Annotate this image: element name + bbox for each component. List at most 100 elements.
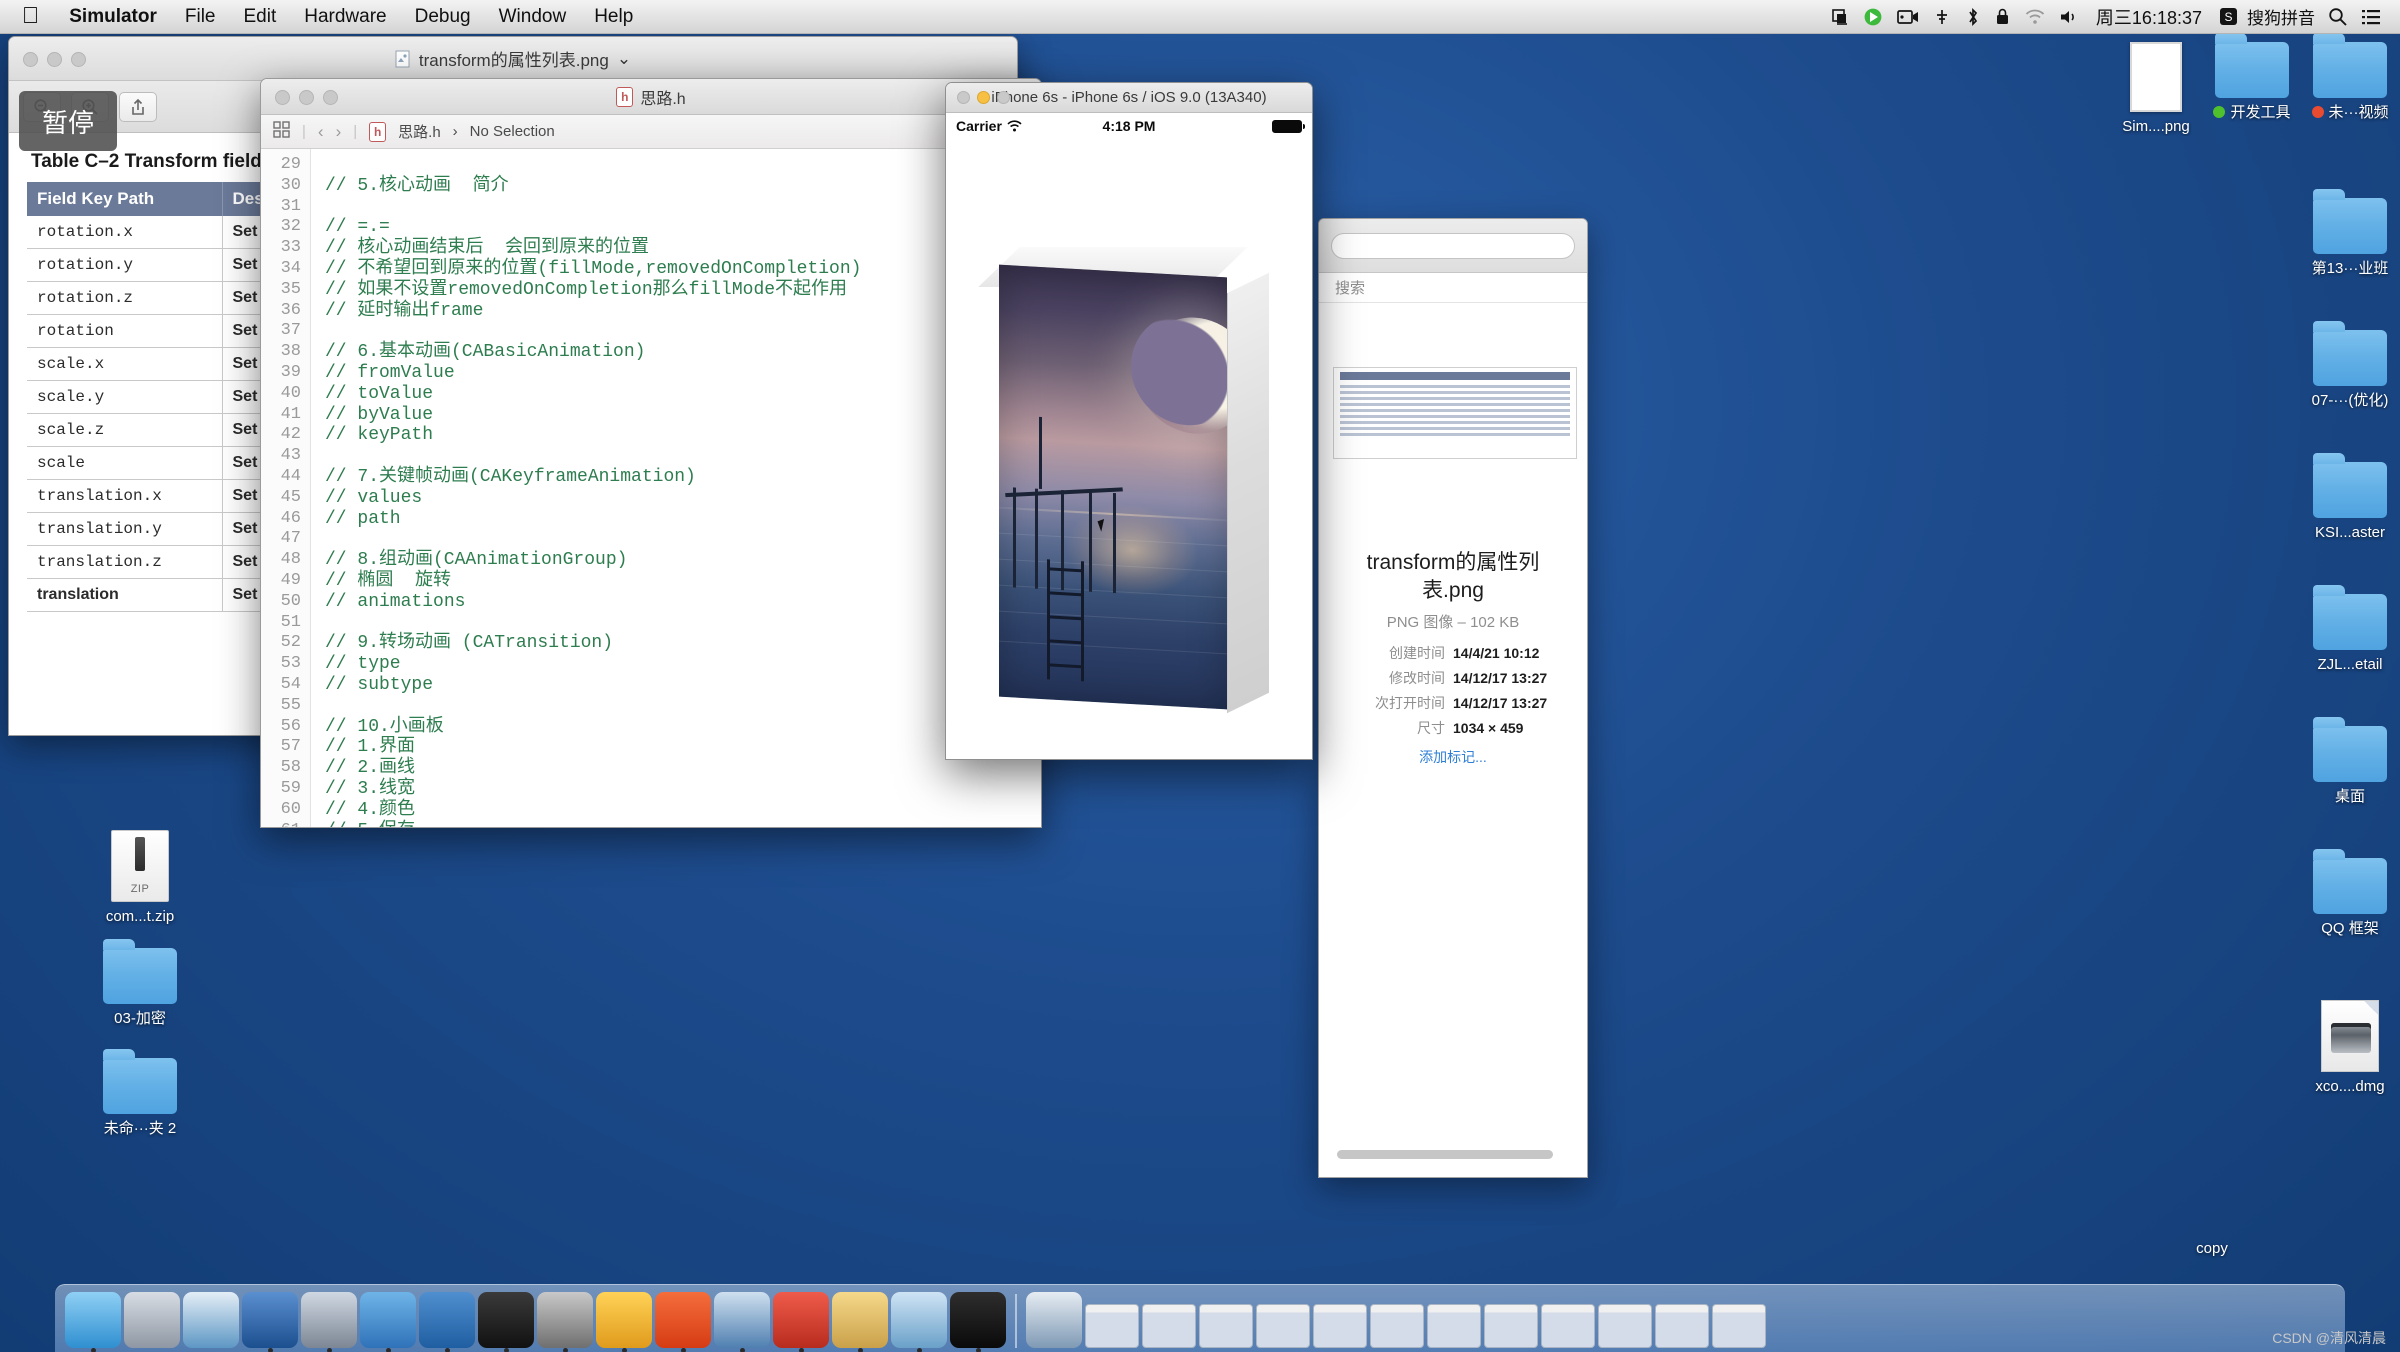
airplay-icon[interactable]	[1824, 4, 1856, 30]
simulator-window-controls[interactable]	[957, 91, 1010, 104]
dock-simulator-icon[interactable]	[242, 1292, 298, 1352]
xcode-jump-bar[interactable]: | ‹ › | h 思路.h › No Selection	[261, 115, 1041, 149]
bluetooth-icon[interactable]	[1958, 4, 1988, 30]
dock-window-thumb-1[interactable]	[1085, 1304, 1139, 1348]
dock-window-thumb-7[interactable]	[1427, 1304, 1481, 1348]
xcode-window-controls[interactable]	[275, 90, 338, 105]
dock-window-thumb-11[interactable]	[1655, 1304, 1709, 1348]
minimize-button[interactable]	[299, 90, 314, 105]
desktop-icon-qq-frame[interactable]: QQ 框架	[2288, 849, 2400, 938]
wifi-icon[interactable]	[2018, 4, 2052, 30]
dock-quicktime-icon[interactable]	[714, 1292, 770, 1352]
dock-preview-icon[interactable]	[891, 1292, 947, 1352]
desktop-icon-class-13[interactable]: 第13···业班	[2288, 189, 2400, 278]
close-button[interactable]	[957, 91, 970, 104]
menu-item-debug[interactable]: Debug	[401, 3, 485, 31]
dock-window-thumb-4[interactable]	[1256, 1304, 1310, 1348]
dock-chrome-icon[interactable]	[1026, 1292, 1082, 1348]
desktop-icon-unnamed-video[interactable]: 未···视频	[2288, 33, 2400, 122]
jumpbar-file-name[interactable]: 思路.h	[398, 121, 441, 142]
dock-window-thumb-8[interactable]	[1484, 1304, 1538, 1348]
finder-horizontal-scrollbar[interactable]	[1337, 1150, 1553, 1159]
airdrop-icon[interactable]	[1926, 4, 1958, 30]
minimize-button[interactable]	[47, 52, 62, 67]
dock-sketch-icon[interactable]	[596, 1292, 652, 1352]
close-button[interactable]	[23, 52, 38, 67]
dock-finder-icon[interactable]	[65, 1292, 121, 1352]
menu-item-simulator[interactable]: Simulator	[55, 3, 171, 31]
dock-window-thumb-9[interactable]	[1541, 1304, 1595, 1348]
desktop-icon-desktop[interactable]: 桌面	[2288, 717, 2400, 806]
desktop-icon-03-jiami[interactable]: 03-加密	[78, 939, 202, 1028]
minimize-button[interactable]	[977, 91, 990, 104]
finder-toolbar[interactable]	[1319, 219, 1587, 273]
desktop-icon-unnamed-2[interactable]: 未命···夹 2	[78, 1049, 202, 1138]
ime-label[interactable]: 搜狗拼音	[2245, 4, 2321, 29]
desktop-icon-opt-07[interactable]: 07-···(优化)	[2288, 321, 2400, 410]
maximize-button[interactable]	[323, 90, 338, 105]
menu-item-help[interactable]: Help	[580, 3, 647, 31]
photo-cube[interactable]	[971, 227, 1291, 747]
chevron-down-icon[interactable]: ⌄	[617, 49, 631, 69]
desktop-icon-xco-dmg[interactable]: xco....dmg	[2288, 1000, 2400, 1096]
apple-menu-icon[interactable]: 	[14, 3, 55, 30]
menu-item-file[interactable]: File	[171, 3, 230, 31]
finder-info-window[interactable]: 搜索 transform的属性列 表.png PNG 图像 – 102 KB 创…	[1318, 218, 1588, 1178]
simulator-window[interactable]: iPhone 6s - iPhone 6s / iOS 9.0 (13A340)…	[945, 82, 1313, 760]
dock-launchpad-icon[interactable]	[124, 1292, 180, 1348]
simulator-titlebar[interactable]: iPhone 6s - iPhone 6s / iOS 9.0 (13A340)	[946, 83, 1312, 113]
menu-bar-status-area[interactable]: 周三16:18:37 S 搜狗拼音	[1824, 4, 2400, 30]
finder-search-input[interactable]	[1331, 232, 1575, 259]
xcode-editor[interactable]: 29 30 31 32 33 34 35 36 37 38 39 40 41 42 43 44 45 46 47 48…	[261, 149, 1041, 827]
desktop-icon-copy-win[interactable]: copy	[2150, 1162, 2274, 1258]
dock-notes-icon[interactable]	[832, 1292, 888, 1352]
dock-paw-icon[interactable]	[655, 1292, 711, 1352]
menu-bar-clock[interactable]: 周三16:18:37	[2086, 4, 2212, 30]
dock-window-thumb-3[interactable]	[1199, 1304, 1253, 1348]
xcode-titlebar[interactable]: h 思路.h	[261, 79, 1041, 115]
ime-badge-icon[interactable]: S	[2212, 4, 2245, 30]
desktop-icon-ksi-aster[interactable]: KSI...aster	[2288, 453, 2400, 542]
menu-item-hardware[interactable]: Hardware	[290, 3, 400, 31]
dock-terminal-icon[interactable]	[478, 1292, 534, 1352]
related-items-icon[interactable]	[273, 121, 290, 142]
jumpbar-selection[interactable]: No Selection	[470, 123, 555, 140]
close-button[interactable]	[275, 90, 290, 105]
xcode-window[interactable]: h 思路.h | ‹ › | h 思路.h › No Selection 29 3…	[260, 78, 1042, 828]
share-icon[interactable]	[119, 91, 157, 122]
menu-item-edit[interactable]: Edit	[230, 3, 291, 31]
desktop-icon-com-t-zip[interactable]: ZIP com...t.zip	[78, 830, 202, 926]
screen-record-icon[interactable]	[1856, 4, 1890, 30]
preview-window-controls[interactable]	[23, 52, 86, 67]
volume-icon[interactable]	[2052, 4, 2086, 30]
simulator-screen[interactable]	[946, 139, 1312, 759]
dock-window-thumb-10[interactable]	[1598, 1304, 1652, 1348]
dock-itunes-icon[interactable]	[301, 1292, 357, 1352]
dock-xcode-beta-icon[interactable]	[419, 1292, 475, 1352]
dock-xcode-icon[interactable]	[360, 1292, 416, 1352]
dock-system-prefs-icon[interactable]	[537, 1292, 593, 1352]
add-tag-link[interactable]: 添加标记...	[1331, 747, 1575, 767]
menu-item-window[interactable]: Window	[485, 3, 581, 31]
chevron-left-icon[interactable]: ‹	[318, 122, 324, 142]
menu-bar[interactable]:  SimulatorFileEditHardwareDebugWindowHe…	[0, 0, 2400, 34]
dock-window-thumb-5[interactable]	[1313, 1304, 1367, 1348]
dock-window-thumb-2[interactable]	[1142, 1304, 1196, 1348]
dock[interactable]	[55, 1284, 2345, 1352]
notification-center-icon[interactable]	[2354, 4, 2388, 30]
menu-bar-left[interactable]:  SimulatorFileEditHardwareDebugWindowHe…	[0, 3, 647, 31]
lock-icon[interactable]	[1988, 4, 2018, 30]
dock-window-thumb-6[interactable]	[1370, 1304, 1424, 1348]
maximize-button[interactable]	[71, 52, 86, 67]
video-camera-icon[interactable]	[1890, 4, 1926, 30]
dock-safari-icon[interactable]	[183, 1292, 239, 1348]
dock-calculator-icon[interactable]	[950, 1292, 1006, 1352]
dock-keynote-icon[interactable]	[773, 1292, 829, 1352]
preview-titlebar[interactable]: transform的属性列表.png ⌄	[9, 37, 1017, 81]
search-icon[interactable]	[2321, 4, 2354, 30]
maximize-button[interactable]	[997, 91, 1010, 104]
desktop-icon-zjl-etail[interactable]: ZJL...etail	[2288, 585, 2400, 674]
code-text-area[interactable]: // 5.核心动画 简介 // =.=// 核心动画结束后 会回到原来的位置//…	[311, 149, 1041, 827]
chevron-right-icon[interactable]: ›	[336, 122, 342, 142]
dock-window-thumb-12[interactable]	[1712, 1304, 1766, 1348]
